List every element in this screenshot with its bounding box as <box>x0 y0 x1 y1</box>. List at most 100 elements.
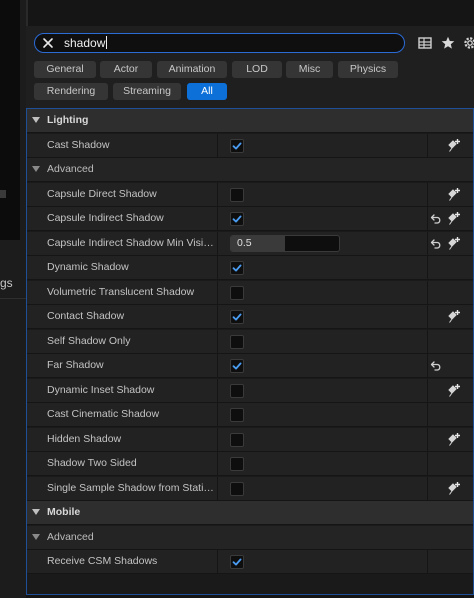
column-divider[interactable] <box>217 305 218 329</box>
column-divider <box>427 452 428 476</box>
property-row-dynamic-inset-shadow[interactable]: Dynamic Inset Shadow <box>27 378 473 403</box>
filter-physics[interactable]: Physics <box>338 61 398 78</box>
add-property-icon[interactable] <box>447 383 461 398</box>
expand-arrow-icon[interactable] <box>32 117 40 123</box>
filter-lod[interactable]: LOD <box>232 61 282 78</box>
column-divider <box>427 550 428 574</box>
column-divider[interactable] <box>217 182 218 207</box>
property-checkbox[interactable] <box>230 408 244 422</box>
search-input[interactable]: shadow <box>34 33 405 53</box>
property-label: Hidden Shadow <box>47 432 122 445</box>
column-divider <box>427 354 428 378</box>
column-divider <box>427 403 428 427</box>
category-mobile[interactable]: Mobile <box>27 501 473 525</box>
property-checkbox[interactable] <box>230 187 244 202</box>
property-row-shadow-two-sided[interactable]: Shadow Two Sided <box>27 452 473 476</box>
filter-streaming[interactable]: Streaming <box>113 83 181 100</box>
column-divider[interactable] <box>217 427 218 452</box>
property-label: Cast Shadow <box>47 138 110 151</box>
column-divider[interactable] <box>217 231 218 256</box>
property-row-capsule-indirect-shadow[interactable]: Capsule Indirect Shadow <box>27 207 473 231</box>
expand-arrow-icon[interactable] <box>32 533 40 540</box>
column-divider <box>427 280 428 305</box>
filter-rendering[interactable]: Rendering <box>34 83 108 100</box>
checkmark-icon <box>232 558 242 566</box>
checkmark-icon <box>232 215 242 223</box>
gear-icon[interactable] <box>462 35 474 51</box>
column-divider[interactable] <box>217 133 218 158</box>
property-checkbox[interactable] <box>230 457 244 471</box>
search-row: shadow <box>26 26 474 60</box>
add-property-icon[interactable] <box>447 481 461 496</box>
filter-animation[interactable]: Animation <box>157 61 227 78</box>
property-checkbox[interactable] <box>230 334 244 349</box>
column-divider[interactable] <box>217 452 218 476</box>
column-divider <box>427 256 428 280</box>
filter-misc[interactable]: Misc <box>286 61 333 78</box>
property-checkbox[interactable] <box>230 285 244 300</box>
expand-arrow-icon[interactable] <box>32 166 40 172</box>
property-checkbox[interactable] <box>230 310 244 324</box>
property-checkbox[interactable] <box>230 555 244 569</box>
column-divider <box>427 305 428 329</box>
property-row-dynamic-shadow[interactable]: Dynamic Shadow <box>27 256 473 280</box>
add-property-icon[interactable] <box>447 138 461 153</box>
property-row-capsule-indirect-shadow-min-visibility[interactable]: Capsule Indirect Shadow Min Visibility 0.… <box>27 231 473 256</box>
property-checkbox[interactable] <box>230 212 244 226</box>
property-checkbox[interactable] <box>230 383 244 398</box>
filter-all[interactable]: All <box>187 83 227 100</box>
property-checkbox[interactable] <box>230 359 244 373</box>
filter-general[interactable]: General <box>34 61 96 78</box>
column-divider[interactable] <box>217 354 218 378</box>
property-row-far-shadow[interactable]: Far Shadow <box>27 354 473 378</box>
property-row-receive-csm-shadows[interactable]: Receive CSM Shadows <box>27 550 473 574</box>
property-row-cast-shadow[interactable]: Cast Shadow <box>27 133 473 158</box>
left-panel-edge: gs <box>0 0 26 598</box>
property-row-self-shadow-only[interactable]: Self Shadow Only <box>27 329 473 354</box>
column-divider[interactable] <box>217 550 218 574</box>
numeric-slider-input[interactable]: 0.5 <box>230 234 340 252</box>
property-row-volumetric-translucent-shadow[interactable]: Volumetric Translucent Shadow <box>27 280 473 305</box>
column-divider[interactable] <box>217 329 218 354</box>
property-label: Shadow Two Sided <box>47 457 137 469</box>
add-property-icon[interactable] <box>447 236 461 251</box>
column-divider[interactable] <box>217 476 218 501</box>
property-checkbox[interactable] <box>230 481 244 496</box>
subcategory-advanced[interactable]: Advanced <box>27 525 473 550</box>
expand-arrow-icon[interactable] <box>32 509 40 515</box>
property-checkbox[interactable] <box>230 432 244 447</box>
property-row-cast-cinematic-shadow[interactable]: Cast Cinematic Shadow <box>27 403 473 427</box>
property-label: Contact Shadow <box>47 310 125 322</box>
star-icon[interactable] <box>440 35 456 51</box>
property-row-single-sample-shadow-from-stationary-lights[interactable]: Single Sample Shadow from Stationary Lig… <box>27 476 473 501</box>
checkmark-icon <box>232 362 242 370</box>
checkmark-icon <box>232 313 242 321</box>
property-label: Volumetric Translucent Shadow <box>47 285 195 298</box>
add-property-icon[interactable] <box>447 432 461 447</box>
subcategory-label: Advanced <box>47 163 94 175</box>
add-property-icon[interactable] <box>447 211 461 226</box>
add-property-icon[interactable] <box>447 187 461 202</box>
column-divider[interactable] <box>217 207 218 231</box>
column-divider[interactable] <box>217 280 218 305</box>
category-lighting[interactable]: Lighting <box>27 109 473 133</box>
table-icon[interactable] <box>417 35 433 51</box>
property-label: Capsule Indirect Shadow <box>47 212 164 224</box>
add-property-icon[interactable] <box>447 309 461 324</box>
reset-to-default-icon[interactable] <box>430 360 442 372</box>
property-label: Far Shadow <box>47 359 104 371</box>
property-label: Capsule Indirect Shadow Min Visibility <box>47 236 215 249</box>
column-divider[interactable] <box>217 403 218 427</box>
property-checkbox[interactable] <box>230 138 244 153</box>
property-row-contact-shadow[interactable]: Contact Shadow <box>27 305 473 329</box>
reset-to-default-icon[interactable] <box>430 213 442 225</box>
property-row-capsule-direct-shadow[interactable]: Capsule Direct Shadow <box>27 182 473 207</box>
filter-actor[interactable]: Actor <box>100 61 152 78</box>
property-row-hidden-shadow[interactable]: Hidden Shadow <box>27 427 473 452</box>
subcategory-advanced[interactable]: Advanced <box>27 158 473 182</box>
column-divider[interactable] <box>217 378 218 403</box>
column-divider[interactable] <box>217 256 218 280</box>
clear-search-icon[interactable] <box>41 36 55 50</box>
reset-to-default-icon[interactable] <box>430 238 442 250</box>
property-checkbox[interactable] <box>230 261 244 275</box>
